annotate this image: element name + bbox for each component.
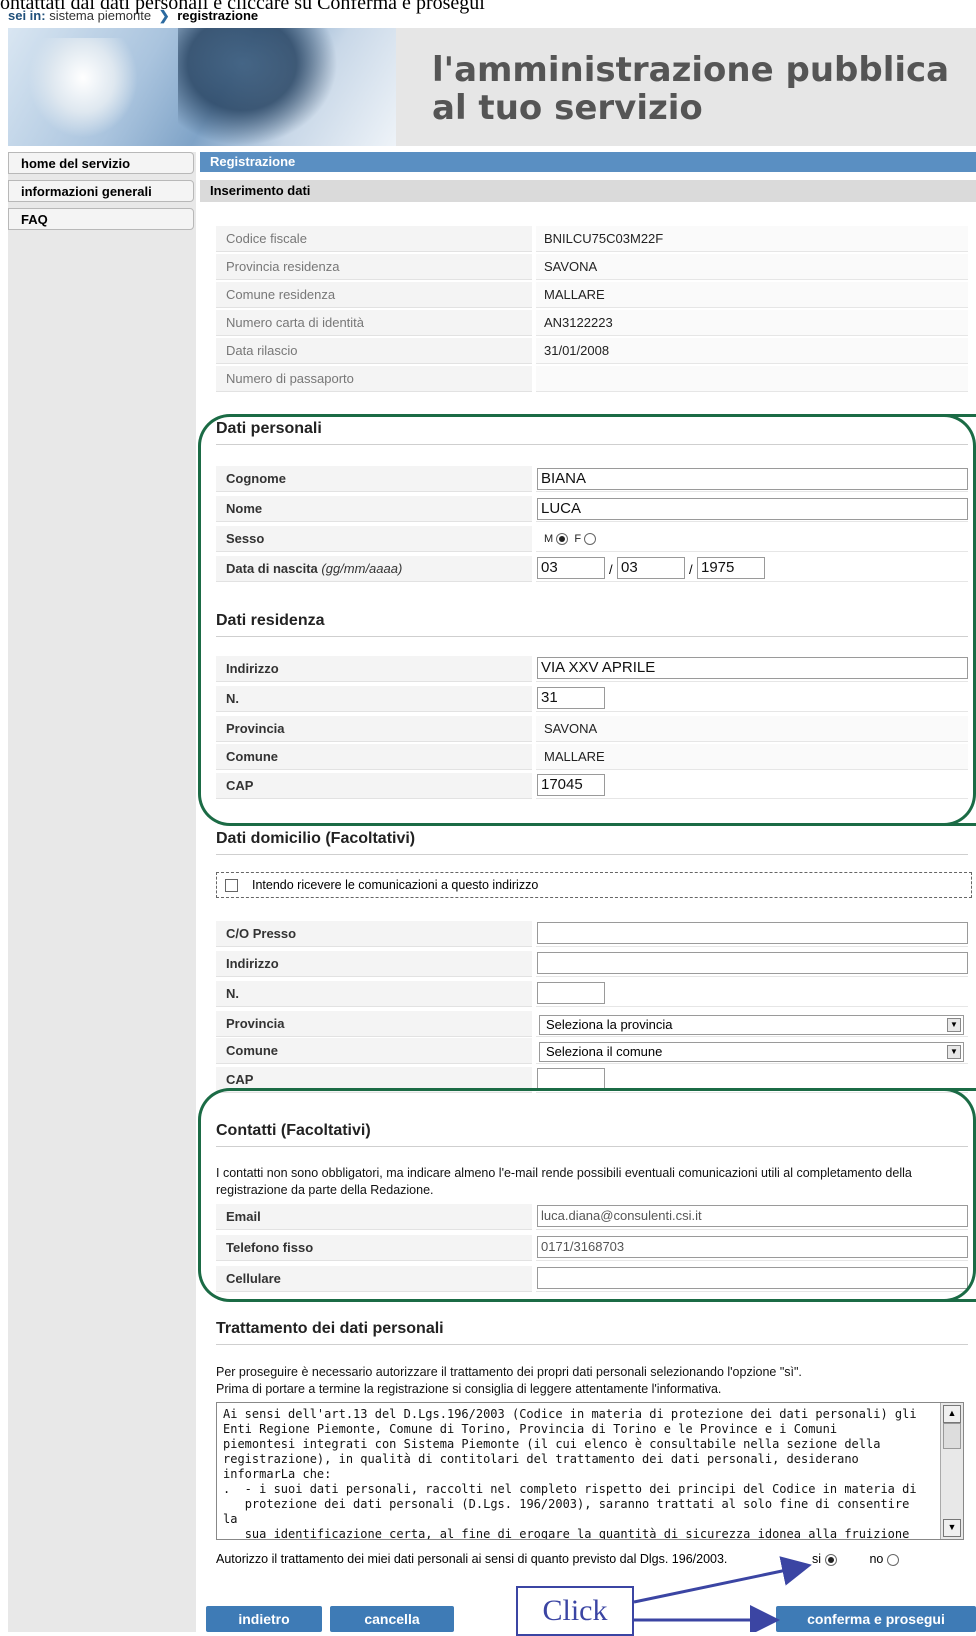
- chevron-down-icon[interactable]: ▼: [947, 1018, 961, 1032]
- row-label: Numero carta di identità: [216, 310, 532, 336]
- domicilio-comune-select[interactable]: Seleziona il comune ▼: [539, 1042, 964, 1062]
- highlight-annotation: [198, 1088, 976, 1302]
- row-value: AN3122223: [536, 310, 968, 336]
- section-title-dati-domicilio: Dati domicilio (Facoltativi): [216, 830, 416, 847]
- section-title-trattamento: Trattamento dei dati personali: [216, 1320, 444, 1337]
- row-label: Data rilascio: [216, 338, 532, 364]
- informativa-text: Ai sensi dell'art.13 del D.Lgs.196/2003 …: [223, 1407, 917, 1540]
- row-data-rilascio: Data rilascio 31/01/2008: [216, 338, 968, 364]
- row-codice-fiscale: Codice fiscale BNILCU75C03M22F: [216, 226, 968, 252]
- section-header-inserimento: Inserimento dati: [200, 180, 976, 202]
- sidebar-item-faq[interactable]: FAQ: [8, 208, 194, 230]
- section-divider: [216, 1344, 968, 1345]
- row-provincia-residenza: Provincia residenza SAVONA: [216, 254, 968, 280]
- highlight-annotation-edge: [940, 414, 976, 826]
- row-value: [536, 366, 968, 392]
- sidebar: [8, 152, 196, 1632]
- row-label: Codice fiscale: [216, 226, 532, 252]
- scroll-up-icon[interactable]: ▲: [943, 1405, 961, 1423]
- row-value: BNILCU75C03M22F: [536, 226, 968, 252]
- domicilio-checkbox[interactable]: [225, 879, 238, 893]
- trattamento-p2: Prima di portare a termine la registrazi…: [216, 1382, 722, 1396]
- banner: l'amministrazione pubblica al tuo serviz…: [8, 28, 976, 146]
- row-label: Comune residenza: [216, 282, 532, 308]
- cancella-button[interactable]: cancella: [330, 1606, 454, 1632]
- scroll-down-icon[interactable]: ▼: [943, 1519, 961, 1537]
- row-label: C/O Presso: [216, 921, 532, 947]
- row-carta-identita: Numero carta di identità AN3122223: [216, 310, 968, 336]
- row-label: Provincia residenza: [216, 254, 532, 280]
- row-comune-residenza: Comune residenza MALLARE: [216, 282, 968, 308]
- sidebar-item-home[interactable]: home del servizio: [8, 152, 194, 174]
- banner-line1: l'amministrazione pubblica: [432, 50, 950, 90]
- informativa-textarea[interactable]: Ai sensi dell'art.13 del D.Lgs.196/2003 …: [216, 1402, 964, 1540]
- callout-arrows: [633, 1556, 812, 1632]
- highlight-annotation-edge: [942, 1088, 976, 1302]
- domicilio-cap-input[interactable]: [537, 1068, 605, 1090]
- breadcrumb-current: registrazione: [177, 8, 259, 23]
- chevron-down-icon[interactable]: ▼: [947, 1045, 961, 1059]
- row-label: Indirizzo: [216, 951, 532, 977]
- click-callout: Click: [516, 1586, 634, 1636]
- domicilio-numero-input[interactable]: [537, 982, 605, 1004]
- row-label: Comune: [216, 1038, 532, 1064]
- row-value: MALLARE: [536, 282, 968, 308]
- banner-slogan: l'amministrazione pubblica al tuo serviz…: [396, 28, 976, 146]
- row-label: N.: [216, 981, 532, 1007]
- domicilio-checkbox-label: Intendo ricevere le comunicazioni a ques…: [252, 878, 539, 892]
- section-divider: [216, 854, 968, 855]
- breadcrumb: sei in: sistema piemonte ❯ registrazione: [8, 8, 258, 24]
- trattamento-p1: Per proseguire è necessario autorizzare …: [216, 1365, 802, 1379]
- row-value: SAVONA: [536, 254, 968, 280]
- domicilio-checkbox-row: Intendo ricevere le comunicazioni a ques…: [216, 872, 972, 898]
- row-label: Numero di passaporto: [216, 366, 532, 392]
- select-value: Seleziona il comune: [546, 1044, 663, 1059]
- breadcrumb-separator-icon: ❯: [158, 8, 170, 23]
- domicilio-presso-input[interactable]: [537, 922, 968, 944]
- scrollbar[interactable]: ▲ ▼: [940, 1403, 963, 1539]
- section-header-registrazione: Registrazione: [200, 152, 976, 172]
- highlight-annotation: [198, 414, 976, 826]
- row-label: Provincia: [216, 1011, 532, 1037]
- banner-line2: al tuo servizio: [432, 88, 703, 128]
- sidebar-item-info[interactable]: informazioni generali: [8, 180, 194, 202]
- row-value: 31/01/2008: [536, 338, 968, 364]
- breadcrumb-root[interactable]: sistema piemonte: [49, 8, 151, 23]
- breadcrumb-label: sei in:: [8, 8, 46, 23]
- banner-photo: [8, 28, 396, 146]
- select-value: Seleziona la provincia: [546, 1017, 673, 1032]
- scroll-thumb[interactable]: [943, 1423, 961, 1449]
- indietro-button[interactable]: indietro: [206, 1606, 322, 1632]
- domicilio-indirizzo-input[interactable]: [537, 952, 968, 974]
- row-passaporto: Numero di passaporto: [216, 366, 968, 392]
- domicilio-provincia-select[interactable]: Seleziona la provincia ▼: [539, 1015, 964, 1035]
